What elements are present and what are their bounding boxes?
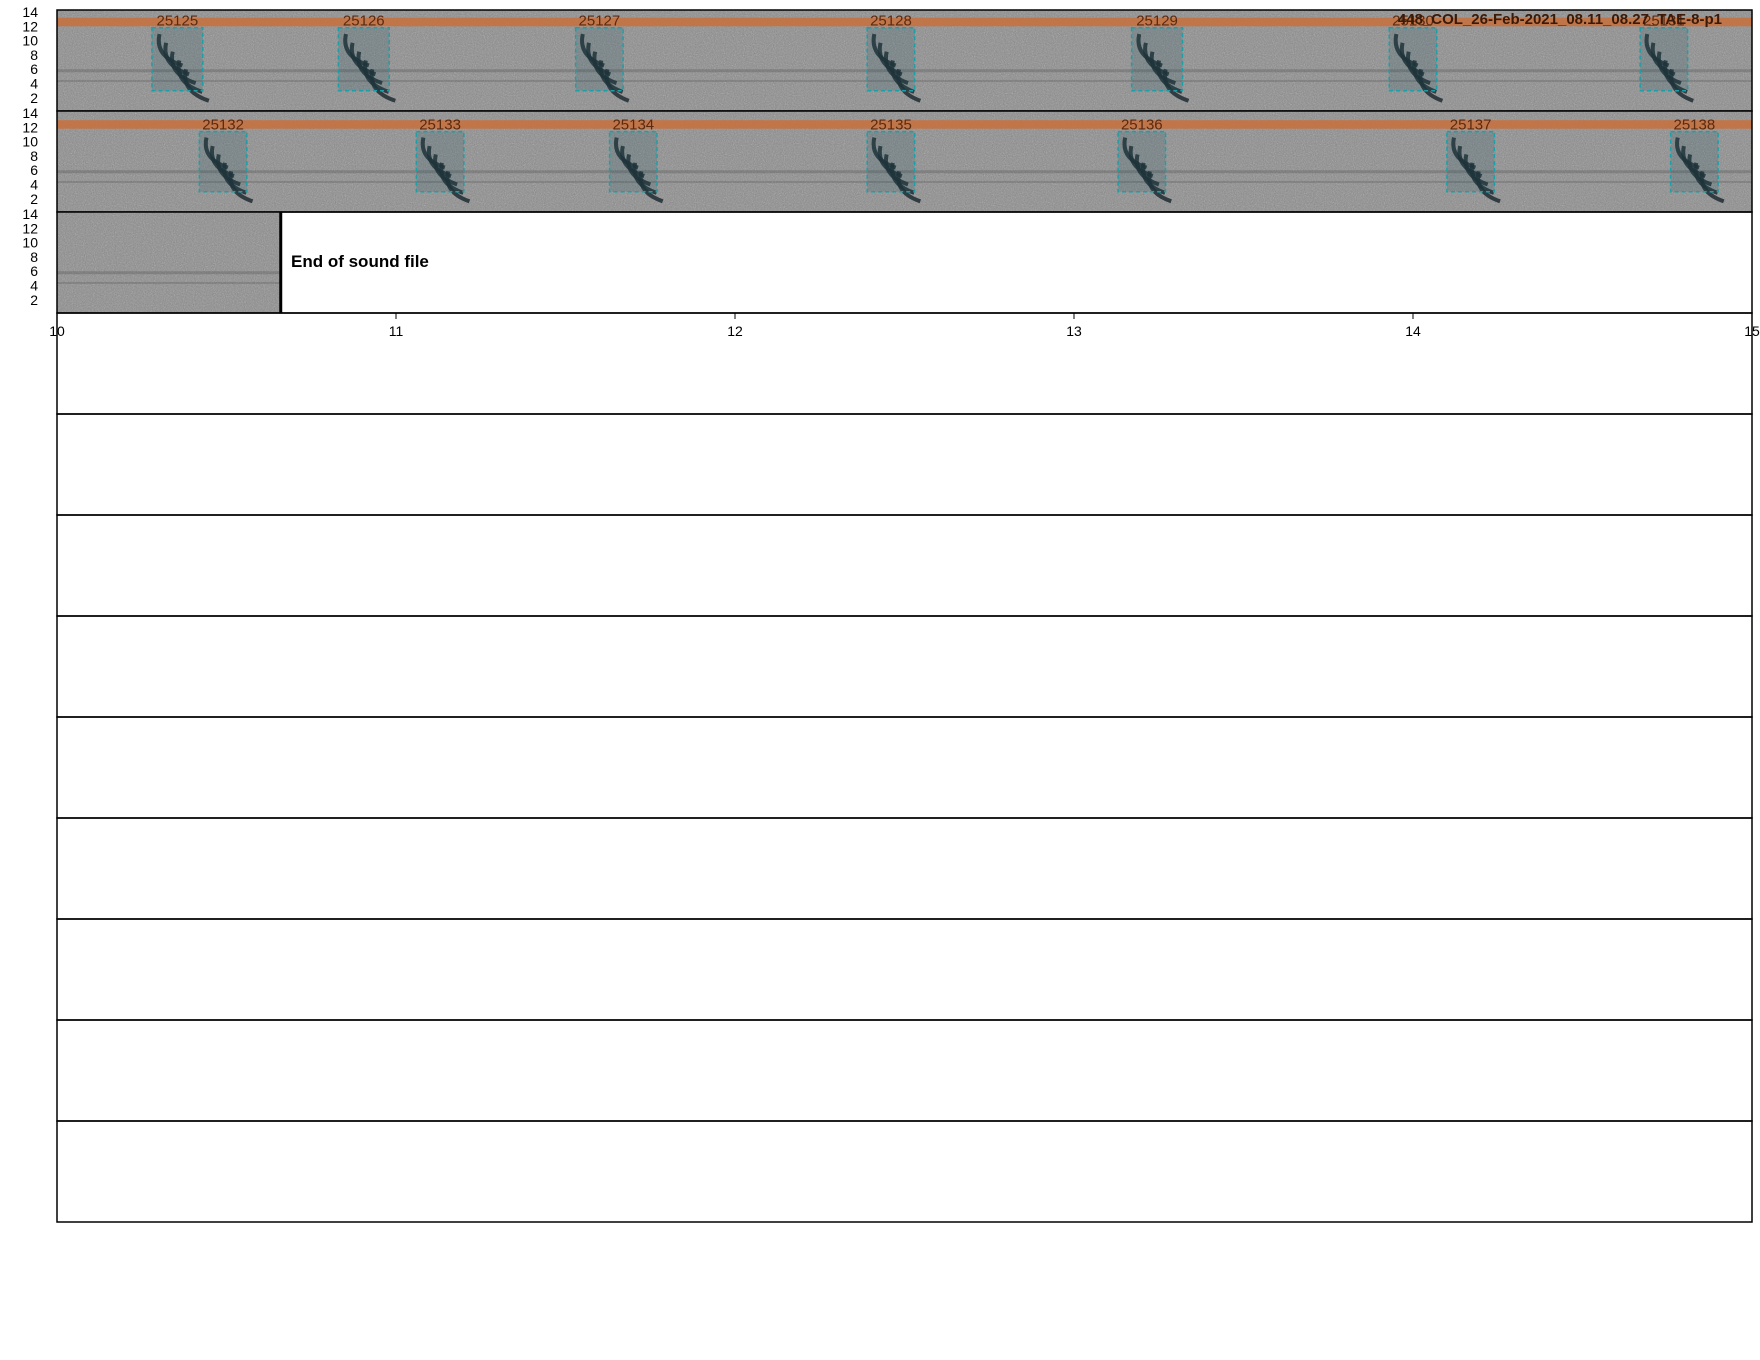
- row-frame: [56, 1019, 1753, 1122]
- y-tick-label: 8: [30, 148, 38, 164]
- y-tick-label: 12: [22, 220, 38, 236]
- y-tick-label: 2: [30, 191, 38, 207]
- call-box-fill: [1131, 27, 1183, 91]
- call-id-label: 25125: [156, 13, 198, 30]
- y-tick-label: 6: [30, 61, 38, 77]
- call-id-label: 25135: [870, 117, 912, 134]
- y-tick-label: 14: [22, 105, 38, 121]
- call-box-fill: [151, 27, 203, 91]
- call-box-fill: [1446, 131, 1495, 192]
- row-frame: [56, 817, 1753, 920]
- call-id-label: 25137: [1450, 117, 1492, 134]
- noise-band: [57, 281, 281, 284]
- spectrogram-row: [56, 716, 1753, 819]
- y-tick-label: 4: [30, 278, 38, 294]
- row-frame: [56, 1120, 1753, 1223]
- call-id-label: 25129: [1136, 13, 1178, 30]
- x-tick-label: 13: [1066, 323, 1082, 339]
- call-id-label: 25127: [579, 13, 621, 30]
- y-tick-label: 14: [22, 206, 38, 222]
- y-tick-label: 12: [22, 119, 38, 135]
- row-frame: [56, 716, 1753, 819]
- y-tick-label: 12: [22, 18, 38, 34]
- call-box-fill: [1389, 27, 1437, 91]
- y-tick-label: 8: [30, 47, 38, 63]
- spectrogram-row: 2468101214: [22, 206, 1753, 314]
- call-id-label: 25132: [202, 117, 244, 134]
- row-frame: [56, 514, 1753, 617]
- spectrogram-row: [56, 1019, 1753, 1122]
- y-tick-label: 8: [30, 249, 38, 265]
- spectrogram-row: 25132 25133 25134 25135 25136 25137 2513824681…: [22, 105, 1753, 213]
- call-box-fill: [338, 27, 390, 91]
- y-tick-label: 4: [30, 177, 38, 193]
- row-frame: [56, 918, 1753, 1021]
- call-box-fill: [416, 131, 464, 192]
- file-title: 448_COL_26-Feb-2021_08.11_08.27_TAE-8-p1: [1398, 11, 1722, 28]
- call-id-label: 25134: [612, 117, 654, 134]
- y-tick-label: 6: [30, 162, 38, 178]
- spectrogram-row: [56, 817, 1753, 920]
- x-tick-label: 10: [49, 323, 65, 339]
- y-tick-label: 14: [22, 4, 38, 20]
- x-tick-label: 14: [1405, 323, 1421, 339]
- call-box-fill: [199, 131, 247, 192]
- spectrogram-row: [56, 312, 1753, 415]
- y-tick-label: 10: [22, 134, 38, 150]
- spectrogram-row: [56, 1120, 1753, 1223]
- call-box-fill: [609, 131, 658, 192]
- y-tick-label: 2: [30, 90, 38, 106]
- row-frame: [56, 615, 1753, 718]
- spectrogram-noise: [57, 212, 281, 313]
- row-frame: [56, 413, 1753, 516]
- y-tick-label: 10: [22, 235, 38, 251]
- noise-band: [57, 271, 281, 275]
- x-tick-label: 12: [727, 323, 743, 339]
- call-id-label: 25128: [870, 13, 912, 30]
- end-of-file-message: End of sound file: [291, 252, 429, 271]
- call-box-fill: [1640, 27, 1688, 91]
- spectrogram-row: [56, 615, 1753, 718]
- row-frame: [56, 312, 1753, 415]
- spectrogram-row: [56, 514, 1753, 617]
- x-tick-label: 11: [389, 323, 404, 339]
- x-tick-label: 15: [1744, 323, 1760, 339]
- call-id-label: 25136: [1121, 117, 1163, 134]
- call-box-fill: [1670, 131, 1719, 192]
- call-box-fill: [575, 27, 624, 91]
- call-id-label: 25126: [343, 13, 385, 30]
- call-box-fill: [867, 27, 915, 91]
- call-id-label: 25138: [1674, 117, 1716, 134]
- call-id-label: 25133: [419, 117, 461, 134]
- spectrogram-figure: 25125 25126 25127 25128 25129 25130 2513124681…: [22, 4, 1760, 1223]
- y-tick-label: 4: [30, 76, 38, 92]
- y-tick-label: 10: [22, 33, 38, 49]
- spectrogram-rows: 25125 25126 25127 25128 25129 25130 2513124681…: [22, 4, 1753, 1223]
- spectrogram-row: [56, 413, 1753, 516]
- x-axis: 10 11 12 13 14 15: [49, 313, 1760, 339]
- call-box-fill: [867, 131, 915, 192]
- y-tick-label: 6: [30, 263, 38, 279]
- call-box-fill: [1118, 131, 1166, 192]
- spectrogram-row: [56, 918, 1753, 1021]
- y-tick-label: 2: [30, 292, 38, 308]
